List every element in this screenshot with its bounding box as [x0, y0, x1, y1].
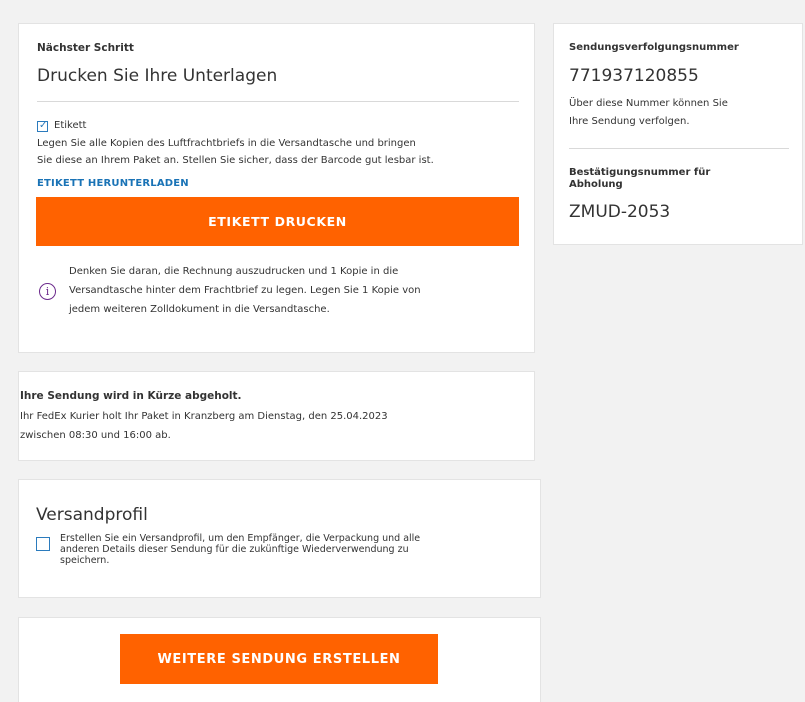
pickup-title: Ihre Sendung wird in Kürze abgeholt. — [20, 390, 242, 402]
pickup-line-2: zwischen 08:30 und 16:00 ab. — [20, 430, 171, 441]
tracking-card: Sendungsverfolgungsnummer 771937120855 Ü… — [553, 23, 803, 245]
profile-checkbox[interactable] — [36, 537, 50, 551]
instructions-line-2: Sie diese an Ihrem Paket an. Stellen Sie… — [37, 155, 434, 166]
step-label: Nächster Schritt — [37, 42, 134, 54]
profile-line-1: Erstellen Sie ein Versandprofil, um den … — [60, 533, 421, 544]
profile-line-2: anderen Details dieser Sendung für die z… — [60, 544, 409, 555]
profile-title: Versandprofil — [36, 505, 148, 525]
label-checkbox-text: Etikett — [54, 120, 87, 131]
profile-line-3: speichern. — [60, 555, 110, 566]
print-documents-card: Nächster Schritt Drucken Sie Ihre Unterl… — [18, 23, 535, 353]
new-shipment-card: WEITERE SENDUNG ERSTELLEN — [18, 617, 541, 702]
shipping-profile-card: Versandprofil Erstellen Sie ein Versandp… — [18, 479, 541, 598]
pickup-confirmation-number: ZMUD-2053 — [569, 202, 671, 222]
tracking-divider — [569, 148, 789, 149]
title-divider — [37, 101, 519, 102]
info-line-1: Denken Sie daran, die Rechnung auszudruc… — [69, 266, 399, 277]
print-title: Drucken Sie Ihre Unterlagen — [37, 66, 278, 86]
tracking-hint-line-2: Ihre Sendung verfolgen. — [569, 116, 690, 127]
check-icon: ✓ — [39, 120, 48, 131]
instructions-line-1: Legen Sie alle Kopien des Luftfrachtbrie… — [37, 138, 416, 149]
download-label-link[interactable]: ETIKETT HERUNTERLADEN — [37, 178, 189, 189]
tracking-hint-line-1: Über diese Nummer können Sie — [569, 98, 728, 109]
pickup-line-1: Ihr FedEx Kurier holt Ihr Paket in Kranz… — [20, 411, 388, 422]
tracking-number[interactable]: 771937120855 — [569, 66, 699, 86]
info-line-2: Versandtasche hinter dem Frachtbrief zu … — [69, 285, 421, 296]
pickup-confirmation-label-line-1: Bestätigungsnummer für — [569, 167, 711, 178]
pickup-info-card: Ihre Sendung wird in Kürze abgeholt. Ihr… — [18, 371, 535, 461]
print-label-button[interactable]: ETIKETT DRUCKEN — [36, 197, 519, 246]
tracking-label: Sendungsverfolgungsnummer — [569, 42, 739, 53]
pickup-confirmation-label-line-2: Abholung — [569, 179, 623, 190]
new-shipment-button[interactable]: WEITERE SENDUNG ERSTELLEN — [120, 634, 438, 684]
info-line-3: jedem weiteren Zolldokument in die Versa… — [69, 304, 330, 315]
label-checkbox[interactable]: ✓ — [37, 120, 48, 132]
info-icon: i — [39, 283, 56, 300]
